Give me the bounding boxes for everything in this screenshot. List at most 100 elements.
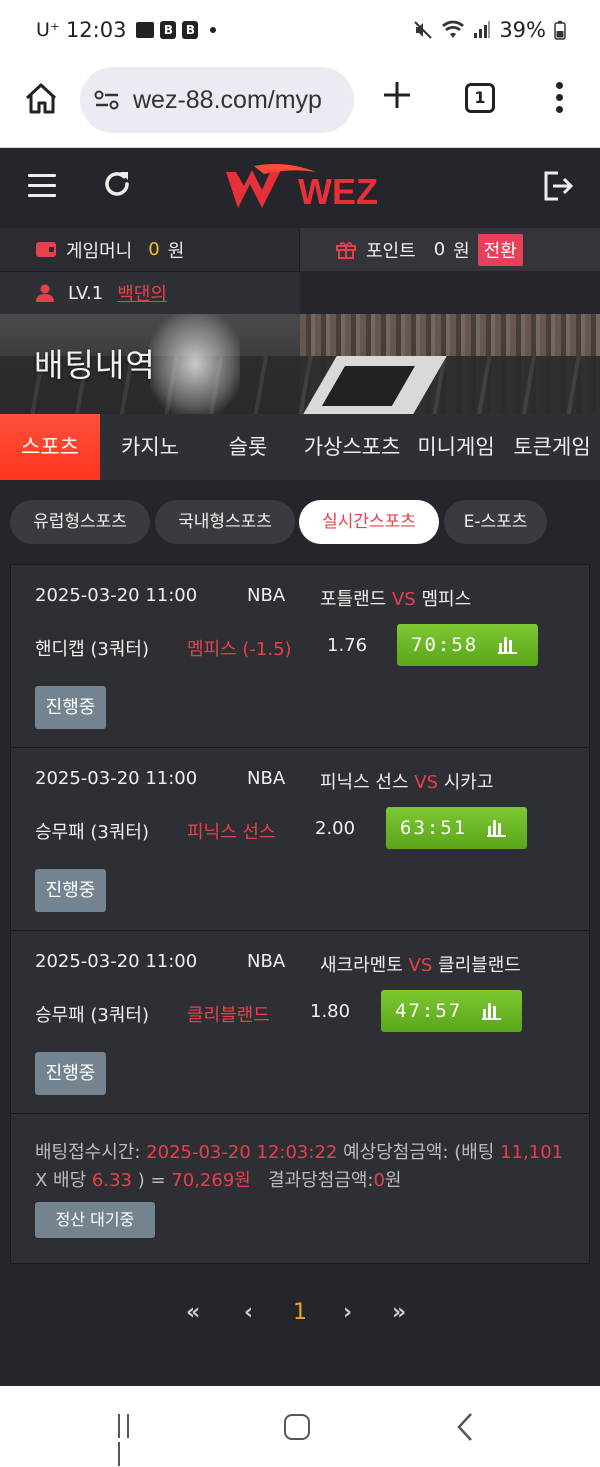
bet-item: 2025-03-20 11:00 NBA 포틀랜드 VS 멤피스 핸디캡 (3쿼… bbox=[11, 565, 589, 748]
gift-icon bbox=[336, 241, 356, 259]
live-score: 63:51 bbox=[400, 817, 468, 839]
banner-smoke-image bbox=[150, 314, 240, 414]
tab-sports[interactable]: 스포츠 bbox=[0, 414, 100, 480]
status-badge: 진행중 bbox=[35, 1052, 106, 1095]
carrier-label: U⁺ bbox=[36, 19, 60, 41]
tab-slot[interactable]: 슬롯 bbox=[200, 414, 296, 480]
bet-item: 2025-03-20 11:00 NBA 피닉스 선스 VS 시카고 승무패 (… bbox=[11, 748, 589, 931]
plus-icon bbox=[384, 82, 410, 108]
live-score-button[interactable]: 47:57 bbox=[381, 990, 522, 1032]
received-time: 2025-03-20 12:03:22 bbox=[146, 1142, 338, 1163]
stats-bar-icon bbox=[487, 820, 506, 837]
next-page-button[interactable]: › bbox=[343, 1300, 352, 1325]
received-time-label: 배팅접수시간: bbox=[35, 1142, 141, 1163]
address-bar[interactable]: wez-88.com/myp bbox=[80, 67, 354, 133]
result-unit: 원 bbox=[384, 1170, 402, 1191]
tab-minigame[interactable]: 미니게임 bbox=[408, 414, 504, 480]
status-bar: U⁺ 12:03 B B 39% bbox=[0, 0, 600, 62]
odds-label: X 배당 bbox=[35, 1170, 87, 1191]
equals-label: ) = bbox=[137, 1170, 166, 1191]
bet-slip-card: 2025-03-20 11:00 NBA 포틀랜드 VS 멤피스 핸디캡 (3쿼… bbox=[10, 564, 590, 1264]
site-settings-icon[interactable] bbox=[94, 89, 120, 111]
wifi-icon bbox=[442, 20, 465, 38]
bet-market: 승무패 (3쿼터) bbox=[35, 822, 150, 843]
logout-icon[interactable] bbox=[542, 170, 574, 202]
match-teams: 피닉스 선스 VS 시카고 bbox=[320, 768, 493, 794]
battery-percent: 39% bbox=[499, 18, 546, 42]
tab-casino[interactable]: 카지노 bbox=[100, 414, 200, 480]
away-team: 멤피스 bbox=[421, 589, 472, 610]
tab-virtual-sports[interactable]: 가상스포츠 bbox=[296, 414, 408, 480]
subtab-live-sports[interactable]: 실시간스포츠 bbox=[299, 500, 439, 544]
back-icon[interactable] bbox=[456, 1412, 474, 1442]
mute-icon bbox=[414, 21, 433, 39]
bet-pick: 피닉스 선스 bbox=[187, 822, 276, 843]
site-header: WEZ bbox=[0, 148, 600, 228]
subtab-euro-sports[interactable]: 유럽형스포츠 bbox=[10, 500, 150, 544]
bet-market: 승무패 (3쿼터) bbox=[35, 1005, 150, 1026]
bet-odds: 1.76 bbox=[327, 635, 368, 656]
b-app-icon: B bbox=[160, 21, 177, 39]
url-text[interactable]: wez-88.com/myp bbox=[133, 86, 322, 115]
prev-page-button[interactable]: ‹ bbox=[244, 1300, 253, 1325]
match-teams: 새크라멘토 VS 클리블랜드 bbox=[320, 951, 521, 977]
subtab-domestic-sports[interactable]: 국내형스포츠 bbox=[155, 500, 295, 544]
page-title: 배팅내역 bbox=[34, 346, 156, 384]
expected-label: 예상당첨금액: (배팅 bbox=[343, 1142, 495, 1163]
system-nav-bar bbox=[0, 1386, 600, 1467]
user-level: LV.1 bbox=[68, 282, 104, 304]
more-vert-icon[interactable] bbox=[553, 82, 565, 118]
point-value: 0 bbox=[433, 239, 446, 260]
current-page[interactable]: 1 bbox=[293, 1300, 307, 1325]
game-money-cell: 게임머니 0 원 bbox=[0, 228, 300, 271]
logo-text: WEZ bbox=[298, 171, 378, 212]
vs-label: VS bbox=[408, 955, 433, 976]
bet-item: 2025-03-20 11:00 NBA 새크라멘토 VS 클리블랜드 승무패 … bbox=[11, 931, 589, 1114]
page-banner: 배팅내역 bbox=[0, 314, 600, 414]
tab-token-game[interactable]: 토큰게임 bbox=[504, 414, 600, 480]
live-score: 70:58 bbox=[411, 634, 479, 656]
menu-icon[interactable] bbox=[28, 174, 56, 197]
vs-label: VS bbox=[391, 589, 416, 610]
game-money-label: 게임머니 bbox=[66, 240, 133, 262]
live-score-button[interactable]: 63:51 bbox=[386, 807, 527, 849]
home-button-icon[interactable] bbox=[284, 1414, 310, 1440]
user-name-link[interactable]: 백댄의 bbox=[117, 280, 167, 306]
sub-tabs: 유럽형스포츠 국내형스포츠 실시간스포츠 E-스포츠 bbox=[0, 480, 600, 564]
status-badge: 진행중 bbox=[35, 869, 106, 912]
convert-button[interactable]: 전환 bbox=[477, 233, 523, 266]
match-datetime: 2025-03-20 11:00 bbox=[35, 951, 198, 972]
dot-icon bbox=[210, 27, 217, 33]
tabs-button[interactable]: 1 bbox=[465, 83, 495, 113]
bet-summary: 배팅접수시간: 2025-03-20 12:03:22 예상당첨금액: (배팅 … bbox=[35, 1139, 575, 1195]
live-score-button[interactable]: 70:58 bbox=[397, 624, 538, 666]
stats-bar-icon bbox=[498, 637, 517, 654]
match-datetime: 2025-03-20 11:00 bbox=[35, 585, 198, 606]
match-league: NBA bbox=[247, 585, 286, 606]
battery-icon bbox=[554, 21, 566, 40]
bet-pick: 멤피스 (-1.5) bbox=[187, 639, 292, 660]
new-tab-button[interactable] bbox=[380, 78, 414, 112]
match-league: NBA bbox=[247, 768, 286, 789]
home-team: 새크라멘토 bbox=[320, 955, 403, 976]
home-icon[interactable] bbox=[22, 80, 60, 118]
subtab-esports[interactable]: E-스포츠 bbox=[444, 500, 547, 544]
category-tabs: 스포츠 카지노 슬롯 가상스포츠 미니게임 토큰게임 bbox=[0, 414, 600, 480]
site-logo[interactable]: WEZ bbox=[224, 162, 384, 212]
b-app-icon: B bbox=[182, 21, 199, 39]
bet-pick: 클리블랜드 bbox=[187, 1005, 270, 1026]
last-page-button[interactable]: » bbox=[392, 1300, 406, 1325]
total-odds: 6.33 bbox=[91, 1170, 132, 1191]
first-page-button[interactable]: « bbox=[186, 1300, 200, 1325]
live-score: 47:57 bbox=[395, 1000, 463, 1022]
recent-apps-icon[interactable] bbox=[118, 1414, 142, 1466]
result-value: 0 bbox=[373, 1170, 385, 1191]
gallery-icon bbox=[136, 22, 155, 38]
refresh-icon[interactable] bbox=[102, 168, 132, 200]
bet-odds: 1.80 bbox=[310, 1001, 351, 1022]
user-info-panel: 게임머니 0 원 포인트 0 원 전환 LV.1 백댄의 bbox=[0, 228, 600, 314]
settle-pending-badge: 정산 대기중 bbox=[35, 1202, 155, 1238]
point-label: 포인트 bbox=[366, 240, 416, 262]
empty-cell bbox=[300, 271, 600, 314]
result-label: 결과당첨금액: bbox=[268, 1170, 374, 1191]
